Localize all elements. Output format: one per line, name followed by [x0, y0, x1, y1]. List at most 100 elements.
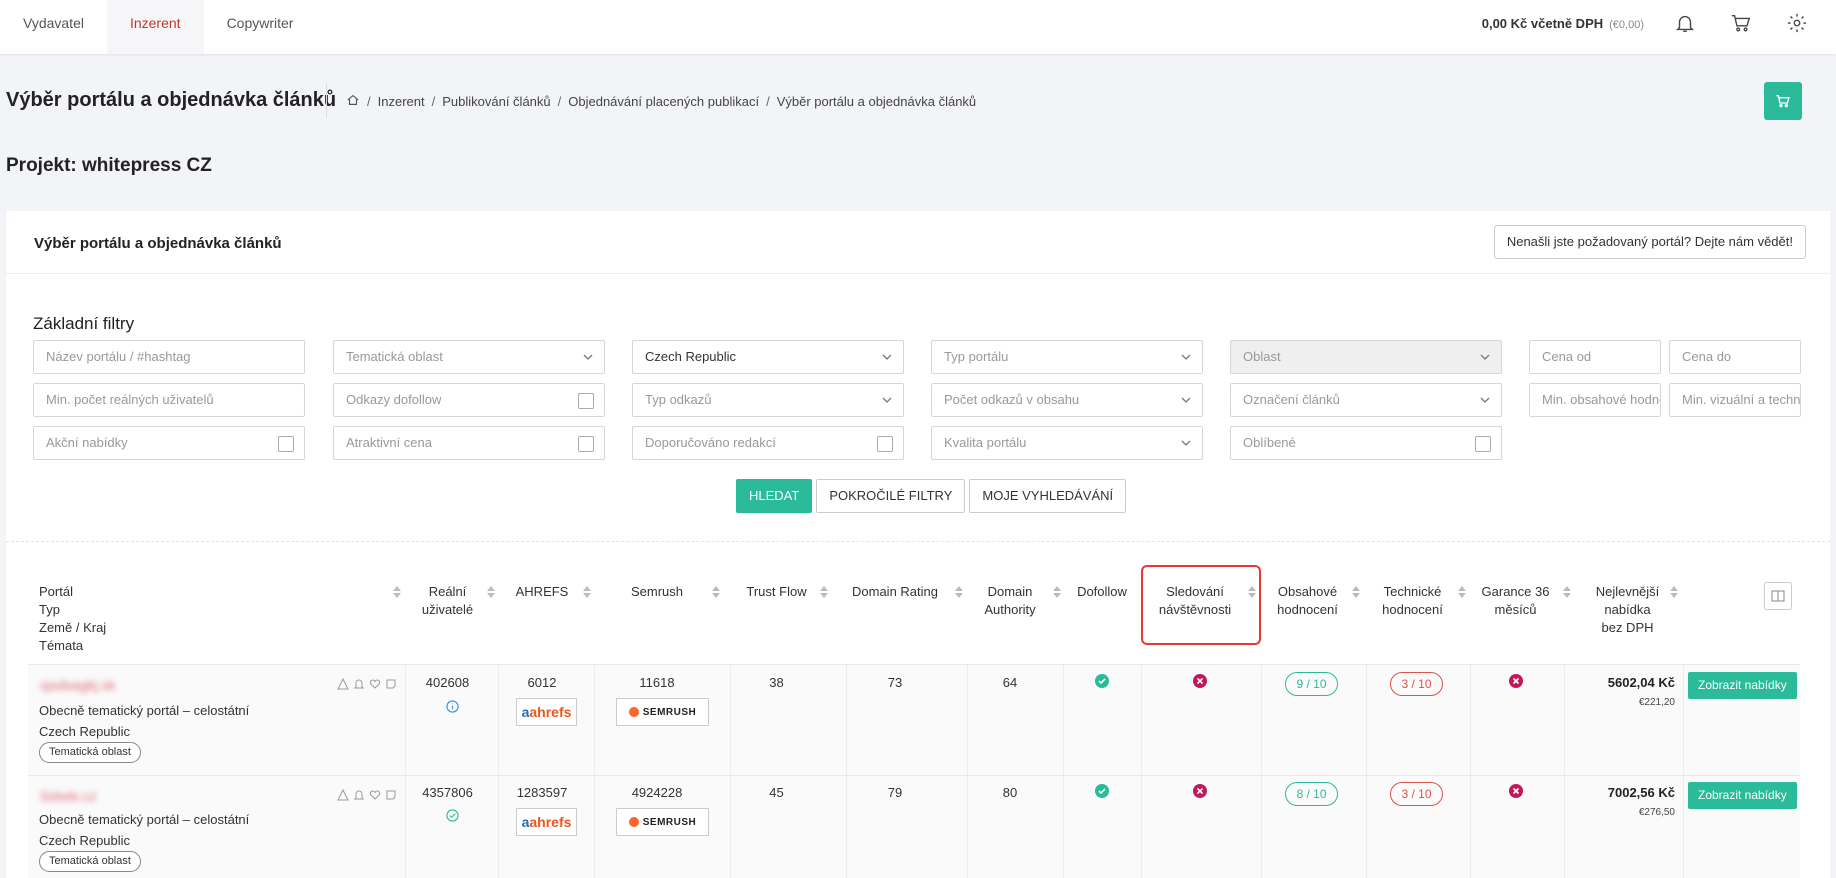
sort-icon[interactable]: [955, 586, 963, 598]
heart-icon[interactable]: [369, 678, 381, 690]
article-marking-select[interactable]: Označení článků: [1230, 383, 1502, 417]
sort-icon[interactable]: [712, 586, 720, 598]
header-line: Obsahové: [1277, 584, 1338, 599]
tab-inzerent[interactable]: Inzerent: [106, 0, 204, 54]
sort-icon[interactable]: [487, 586, 495, 598]
link-count-select[interactable]: Počet odkazů v obsahu: [931, 383, 1203, 417]
promo-checkbox[interactable]: [278, 436, 294, 452]
bell-icon[interactable]: [353, 789, 365, 801]
home-icon[interactable]: [346, 93, 360, 110]
chevron-down-icon: [1480, 397, 1490, 403]
breadcrumb-separator: /: [766, 94, 770, 109]
saved-searches-button[interactable]: MOJE VYHLEDÁVÁNÍ: [969, 479, 1127, 513]
portal-name[interactable]: Sdsds.cz: [40, 788, 97, 804]
portal-name-input[interactable]: Název portálu / #hashtag: [33, 340, 305, 374]
show-offers-button[interactable]: Zobrazit nabídky: [1688, 782, 1797, 809]
semrush-logo[interactable]: SEMRUSH: [616, 698, 709, 726]
cart-icon[interactable]: [1730, 12, 1752, 34]
sort-icon[interactable]: [1352, 586, 1360, 598]
header-tech-rating[interactable]: Technické hodnocení: [1370, 583, 1455, 619]
header-real-users[interactable]: Reální uživatelé: [410, 583, 485, 619]
dofollow-checkbox[interactable]: [578, 393, 594, 409]
note-icon[interactable]: [385, 789, 397, 801]
sort-icon[interactable]: [1563, 586, 1571, 598]
attractive-price-filter[interactable]: Atraktivní cena: [333, 426, 605, 460]
ahrefs-logo[interactable]: a ahrefs: [516, 698, 577, 726]
search-button[interactable]: HLEDAT: [736, 479, 813, 513]
header-portal-line: Témata: [39, 638, 84, 653]
top-bar: Vydavatel Inzerent Copywriter 0,00 Kč vč…: [0, 0, 1836, 54]
header-line: nabídka: [1604, 602, 1651, 617]
cross-icon: [1193, 784, 1207, 798]
heart-icon[interactable]: [369, 789, 381, 801]
columns-toggle-icon[interactable]: [1764, 582, 1792, 610]
sort-icon[interactable]: [1053, 586, 1061, 598]
tab-copywriter[interactable]: Copywriter: [204, 0, 317, 54]
topic-tag[interactable]: Tematická oblast: [39, 851, 141, 872]
sort-icon[interactable]: [1458, 586, 1466, 598]
link-type-select[interactable]: Typ odkazů: [632, 383, 904, 417]
cell-divider: [405, 665, 406, 775]
recommended-checkbox[interactable]: [877, 436, 893, 452]
bell-icon[interactable]: [353, 678, 365, 690]
semrush-logo-mark: [628, 707, 639, 717]
balance[interactable]: 0,00 Kč včetně DPH (€0,00): [1482, 16, 1644, 31]
recommended-filter[interactable]: Doporučováno redakcí: [632, 426, 904, 460]
dofollow-filter[interactable]: Odkazy dofollow: [333, 383, 605, 417]
cross-icon: [1509, 674, 1523, 688]
cart-button[interactable]: [1764, 82, 1802, 120]
topic-tag[interactable]: Tematická oblast: [39, 742, 141, 763]
bell-icon[interactable]: [1674, 12, 1696, 34]
price-from-input[interactable]: Cena od: [1529, 340, 1661, 374]
favorites-filter[interactable]: Oblíbené: [1230, 426, 1502, 460]
breadcrumb-inzerent[interactable]: Inzerent: [378, 94, 425, 109]
portal-type-select[interactable]: Typ portálu: [931, 340, 1203, 374]
min-visual-input[interactable]: Min. vizuální a technické: [1669, 383, 1801, 417]
attractive-price-checkbox[interactable]: [578, 436, 594, 452]
verified-icon[interactable]: [446, 809, 459, 822]
cell-divider: [967, 665, 968, 775]
header-trust-flow[interactable]: Trust Flow: [734, 583, 819, 601]
breadcrumb-objednavani[interactable]: Objednávání placených publikací: [568, 94, 759, 109]
gear-icon[interactable]: [1786, 12, 1808, 34]
semrush-logo[interactable]: SEMRUSH: [616, 808, 709, 836]
header-domain-authority[interactable]: Domain Authority: [970, 583, 1050, 619]
header-semrush[interactable]: Semrush: [602, 583, 712, 601]
portal-name[interactable]: sjsdsagkj.sk: [40, 677, 115, 693]
country-select[interactable]: Czech Republic: [632, 340, 904, 374]
breadcrumb-separator: /: [557, 94, 562, 109]
feedback-button[interactable]: Nenašli jste požadovaný portál? Dejte ná…: [1493, 225, 1806, 259]
warning-icon[interactable]: [337, 678, 349, 690]
show-offers-button[interactable]: Zobrazit nabídky: [1688, 672, 1797, 699]
header-portal[interactable]: Portál Typ Země / Kraj Témata: [39, 583, 106, 655]
ahrefs-logo[interactable]: a ahrefs: [516, 808, 577, 836]
header-dofollow[interactable]: Dofollow: [1066, 583, 1138, 601]
advanced-filters-button[interactable]: POKROČILÉ FILTRY: [816, 479, 966, 513]
info-icon[interactable]: [446, 700, 459, 713]
price-to-input[interactable]: Cena do: [1669, 340, 1801, 374]
sort-icon[interactable]: [1670, 586, 1678, 598]
header-best-offer[interactable]: Nejlevnější nabídka bez DPH: [1585, 583, 1670, 637]
tab-vydavatel[interactable]: Vydavatel: [0, 0, 107, 54]
breadcrumb-publikovani[interactable]: Publikování článků: [442, 94, 550, 109]
breadcrumb: / Inzerent / Publikování článků / Objedn…: [346, 93, 976, 110]
warning-icon[interactable]: [337, 789, 349, 801]
sort-icon[interactable]: [393, 586, 401, 598]
promo-filter[interactable]: Akční nabídky: [33, 426, 305, 460]
header-content-rating[interactable]: Obsahové hodnocení: [1265, 583, 1350, 619]
quality-select[interactable]: Kvalita portálu: [931, 426, 1203, 460]
header-ahrefs[interactable]: AHREFS: [503, 583, 581, 601]
min-content-input[interactable]: Min. obsahové hodnocení: [1529, 383, 1661, 417]
cell-divider: [594, 665, 595, 775]
sort-icon[interactable]: [583, 586, 591, 598]
favorites-checkbox[interactable]: [1475, 436, 1491, 452]
breadcrumb-separator: /: [431, 94, 436, 109]
min-users-input[interactable]: Min. počet reálných uživatelů: [33, 383, 305, 417]
note-icon[interactable]: [385, 678, 397, 690]
filter-actions: HLEDAT POKROČILÉ FILTRY MOJE VYHLEDÁVÁNÍ: [736, 479, 1130, 513]
header-guarantee[interactable]: Garance 36 měsíců: [1473, 583, 1558, 619]
sort-icon[interactable]: [820, 586, 828, 598]
cell-divider: [730, 776, 731, 878]
header-domain-rating[interactable]: Domain Rating: [840, 583, 950, 601]
thematic-area-select[interactable]: Tematická oblast: [333, 340, 605, 374]
